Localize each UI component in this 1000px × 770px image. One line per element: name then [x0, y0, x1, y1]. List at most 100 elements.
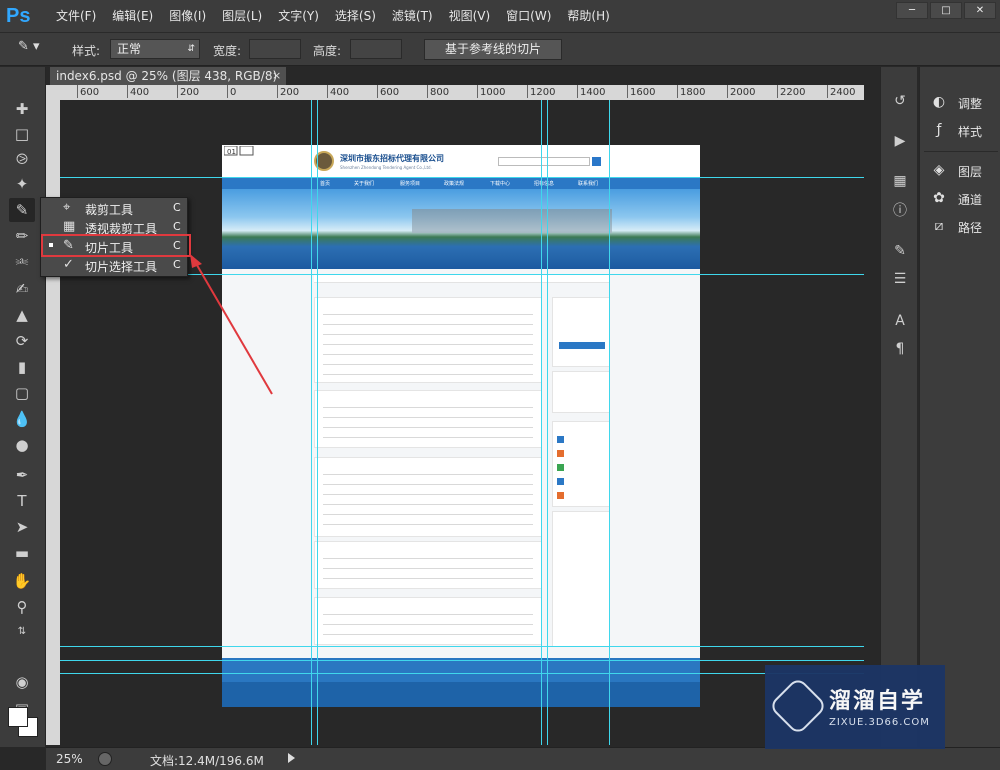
guide-vertical[interactable]	[311, 100, 312, 745]
ruler-tick: 200	[176, 85, 200, 98]
panel-label: 路径	[958, 221, 983, 235]
site-footer	[222, 658, 700, 707]
zoom-level[interactable]: 25%	[56, 752, 83, 766]
healing-brush-tool-icon[interactable]: ⎃	[9, 252, 35, 276]
panel-channels[interactable]: ✿ 通道	[928, 187, 998, 209]
guide-vertical[interactable]	[609, 100, 610, 745]
eyedropper-tool-icon[interactable]: ✏	[9, 224, 35, 248]
zoom-tool-icon[interactable]: ⚲	[9, 595, 35, 619]
style-select[interactable]: 正常 ⇵	[110, 39, 200, 59]
paragraph-panel-icon[interactable]: ¶	[889, 339, 911, 359]
menu-select[interactable]: 选择(S)	[327, 0, 384, 33]
slice-tool-icon[interactable]: ✎	[9, 198, 35, 222]
row-line	[323, 427, 533, 428]
width-field[interactable]	[249, 39, 301, 59]
menu-view[interactable]: 视图(V)	[441, 0, 499, 33]
guide-horizontal[interactable]	[60, 660, 864, 661]
slice-tool-preset-icon[interactable]: ✎ ▾	[18, 39, 58, 61]
close-tab-icon[interactable]: ×	[272, 67, 281, 85]
panel-divider	[924, 151, 998, 152]
guide-vertical[interactable]	[547, 100, 548, 745]
status-menu-arrow-icon[interactable]	[288, 753, 295, 763]
site-nav-item: 服务项目	[400, 181, 421, 187]
menu-layer[interactable]: 图层(L)	[214, 0, 270, 33]
menu-window[interactable]: 窗口(W)	[498, 0, 559, 33]
brush-presets-panel-icon[interactable]: ✎	[889, 241, 911, 261]
pen-tool-icon[interactable]: ✒	[9, 463, 35, 487]
clone-stamp-tool-icon[interactable]: ▲	[9, 303, 35, 327]
dodge-tool-icon[interactable]: ●	[9, 433, 35, 457]
menu-help[interactable]: 帮助(H)	[559, 0, 617, 33]
ruler-tick: 800	[426, 85, 450, 98]
foreground-color-swatch[interactable]	[8, 707, 28, 727]
document-tab-bar: index6.psd @ 25% (图层 438, RGB/8) * ×	[46, 67, 880, 101]
panel-layers[interactable]: ◈ 图层	[928, 159, 998, 181]
lasso-tool-icon[interactable]: ⧁	[9, 147, 35, 171]
path-selection-tool-icon[interactable]: ➤	[9, 515, 35, 539]
quick-mask-icon[interactable]: ◉	[9, 670, 35, 694]
properties-panel-icon[interactable]: ▦	[889, 171, 911, 191]
type-tool-icon[interactable]: T	[9, 489, 35, 513]
rectangle-tool-icon[interactable]: ▬	[9, 541, 35, 565]
row-line	[323, 558, 533, 559]
flyout-item-slice-select[interactable]: ✓ 切片选择工具 C	[41, 256, 187, 275]
guide-vertical[interactable]	[317, 100, 318, 745]
guide-horizontal[interactable]	[60, 673, 864, 674]
minimize-button[interactable]: ─	[896, 2, 928, 19]
move-tool-icon[interactable]: ✚	[9, 97, 35, 121]
menu-filter[interactable]: 滤镜(T)	[384, 0, 441, 33]
gradient-tool-icon[interactable]: ▢	[9, 381, 35, 405]
flyout-item-crop[interactable]: ⌖ 裁剪工具 C	[41, 199, 187, 218]
hand-tool-icon[interactable]: ✋	[9, 569, 35, 593]
window-controls: ─ □ ✕	[894, 2, 996, 19]
site-footer-bottom	[222, 682, 700, 707]
blur-tool-icon[interactable]: 💧	[9, 407, 35, 431]
swap-colors-icon[interactable]: ⇅	[9, 620, 35, 644]
brush-tool-icon[interactable]: ✍	[9, 277, 35, 301]
menu-image[interactable]: 图像(I)	[161, 0, 214, 33]
menu-edit[interactable]: 编辑(E)	[104, 0, 161, 33]
history-panel-icon[interactable]: ↺	[889, 91, 911, 111]
document-tab[interactable]: index6.psd @ 25% (图层 438, RGB/8) * ×	[50, 67, 286, 101]
panel-adjustments[interactable]: ◐ 调整	[928, 91, 998, 113]
horizontal-ruler[interactable]: 600 400 200 0 200 400 600 800 1000 1200 …	[60, 85, 864, 100]
guide-horizontal[interactable]	[60, 646, 864, 647]
sidebar-box	[552, 421, 610, 507]
crop-icon: ⌖	[63, 200, 71, 215]
maximize-button[interactable]: □	[930, 2, 962, 19]
slices-from-guides-button[interactable]: 基于参考线的切片	[424, 39, 562, 60]
close-button[interactable]: ✕	[964, 2, 996, 19]
menu-file[interactable]: 文件(F)	[48, 0, 104, 33]
character-panel-icon[interactable]: A	[889, 311, 911, 331]
ruler-tick: 200	[276, 85, 300, 98]
site-search-button	[592, 157, 601, 166]
status-info-icon[interactable]	[98, 752, 112, 766]
magic-wand-tool-icon[interactable]: ✦	[9, 172, 35, 196]
site-nav-item: 招标信息	[534, 181, 555, 187]
eraser-tool-icon[interactable]: ▮	[9, 355, 35, 379]
ruler-corner[interactable]	[46, 85, 60, 100]
document-canvas[interactable]: 01 深圳市振东招标代理有限公司 Shenzhen Zhendong Tende…	[222, 145, 700, 707]
notice-bar	[314, 275, 610, 283]
channels-icon: ✿	[933, 190, 945, 206]
menu-type[interactable]: 文字(Y)	[270, 0, 327, 33]
row-line	[323, 437, 533, 438]
row-line	[323, 568, 533, 569]
height-field[interactable]	[350, 39, 402, 59]
row-line	[323, 374, 533, 375]
chevron-down-icon: ⇵	[187, 44, 195, 54]
panel-styles[interactable]: ƒ 样式	[928, 119, 998, 141]
guide-vertical[interactable]	[541, 100, 542, 745]
ruler-tick: 400	[326, 85, 350, 98]
actions-panel-icon[interactable]: ▶	[889, 131, 911, 151]
svg-text:01: 01	[227, 148, 236, 156]
ruler-tick: 1800	[676, 85, 706, 98]
panel-paths[interactable]: ⧄ 路径	[928, 215, 998, 237]
brush-panel-icon[interactable]: ☰	[889, 269, 911, 289]
guide-horizontal[interactable]	[60, 177, 864, 178]
row-line	[323, 417, 533, 418]
info-panel-icon[interactable]: ⓘ	[889, 201, 911, 221]
marquee-tool-icon[interactable]: □	[9, 122, 35, 146]
history-brush-tool-icon[interactable]: ⟳	[9, 329, 35, 353]
ruler-tick: 2000	[726, 85, 756, 98]
